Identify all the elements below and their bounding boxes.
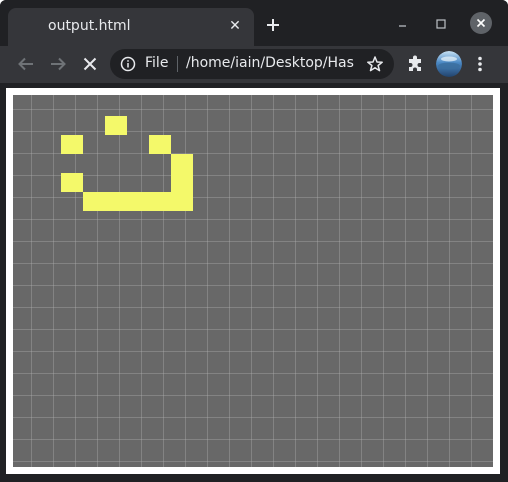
stop-loading-icon (83, 57, 97, 71)
tab-close-icon[interactable]: ✕ (226, 17, 244, 35)
info-icon[interactable] (120, 56, 136, 72)
browser-toolbar: File /home/iain/Desktop/Has... (0, 46, 508, 83)
live-cell (61, 173, 83, 192)
plus-icon (267, 19, 279, 31)
scheme-label: File (145, 55, 169, 71)
tab-output-html[interactable]: output.html ✕ (8, 8, 254, 46)
game-board-canvas[interactable] (13, 95, 493, 467)
tab-title: output.html (48, 18, 131, 34)
star-icon[interactable] (366, 55, 384, 73)
browser-window: output.html ✕ File /home/iain/Desktop/Ha… (0, 0, 508, 482)
tab-strip: output.html ✕ (0, 0, 508, 46)
live-cell (127, 192, 149, 211)
live-cell (149, 192, 171, 211)
menu-button[interactable] (468, 52, 492, 76)
forward-arrow-icon (51, 57, 66, 71)
puzzle-icon (409, 55, 421, 71)
live-cell (171, 192, 193, 211)
live-cell (61, 135, 83, 154)
kebab-menu-icon (478, 56, 482, 72)
url-text[interactable]: /home/iain/Desktop/Has... (186, 55, 354, 71)
window-close-button[interactable] (470, 12, 492, 34)
close-icon (476, 18, 486, 28)
live-cell (105, 192, 127, 211)
extensions-button[interactable] (404, 52, 428, 76)
back-button[interactable] (14, 52, 38, 76)
globe-avatar-icon (436, 51, 462, 77)
new-tab-button[interactable] (262, 14, 284, 36)
live-cell (171, 173, 193, 192)
forward-button[interactable] (46, 52, 70, 76)
maximize-icon (436, 19, 446, 29)
page-viewport (0, 83, 508, 482)
stop-button[interactable] (78, 52, 102, 76)
live-cell (149, 135, 171, 154)
maximize-button[interactable] (431, 14, 451, 34)
live-cell (171, 154, 193, 173)
profile-avatar[interactable] (436, 51, 462, 77)
address-separator (177, 56, 178, 72)
address-bar[interactable]: File /home/iain/Desktop/Has... (110, 49, 394, 79)
live-cell (83, 192, 105, 211)
page-body (6, 88, 500, 474)
live-cell (105, 116, 127, 135)
minimize-button[interactable] (393, 14, 413, 34)
minimize-icon (399, 25, 406, 27)
back-arrow-icon (18, 57, 33, 71)
